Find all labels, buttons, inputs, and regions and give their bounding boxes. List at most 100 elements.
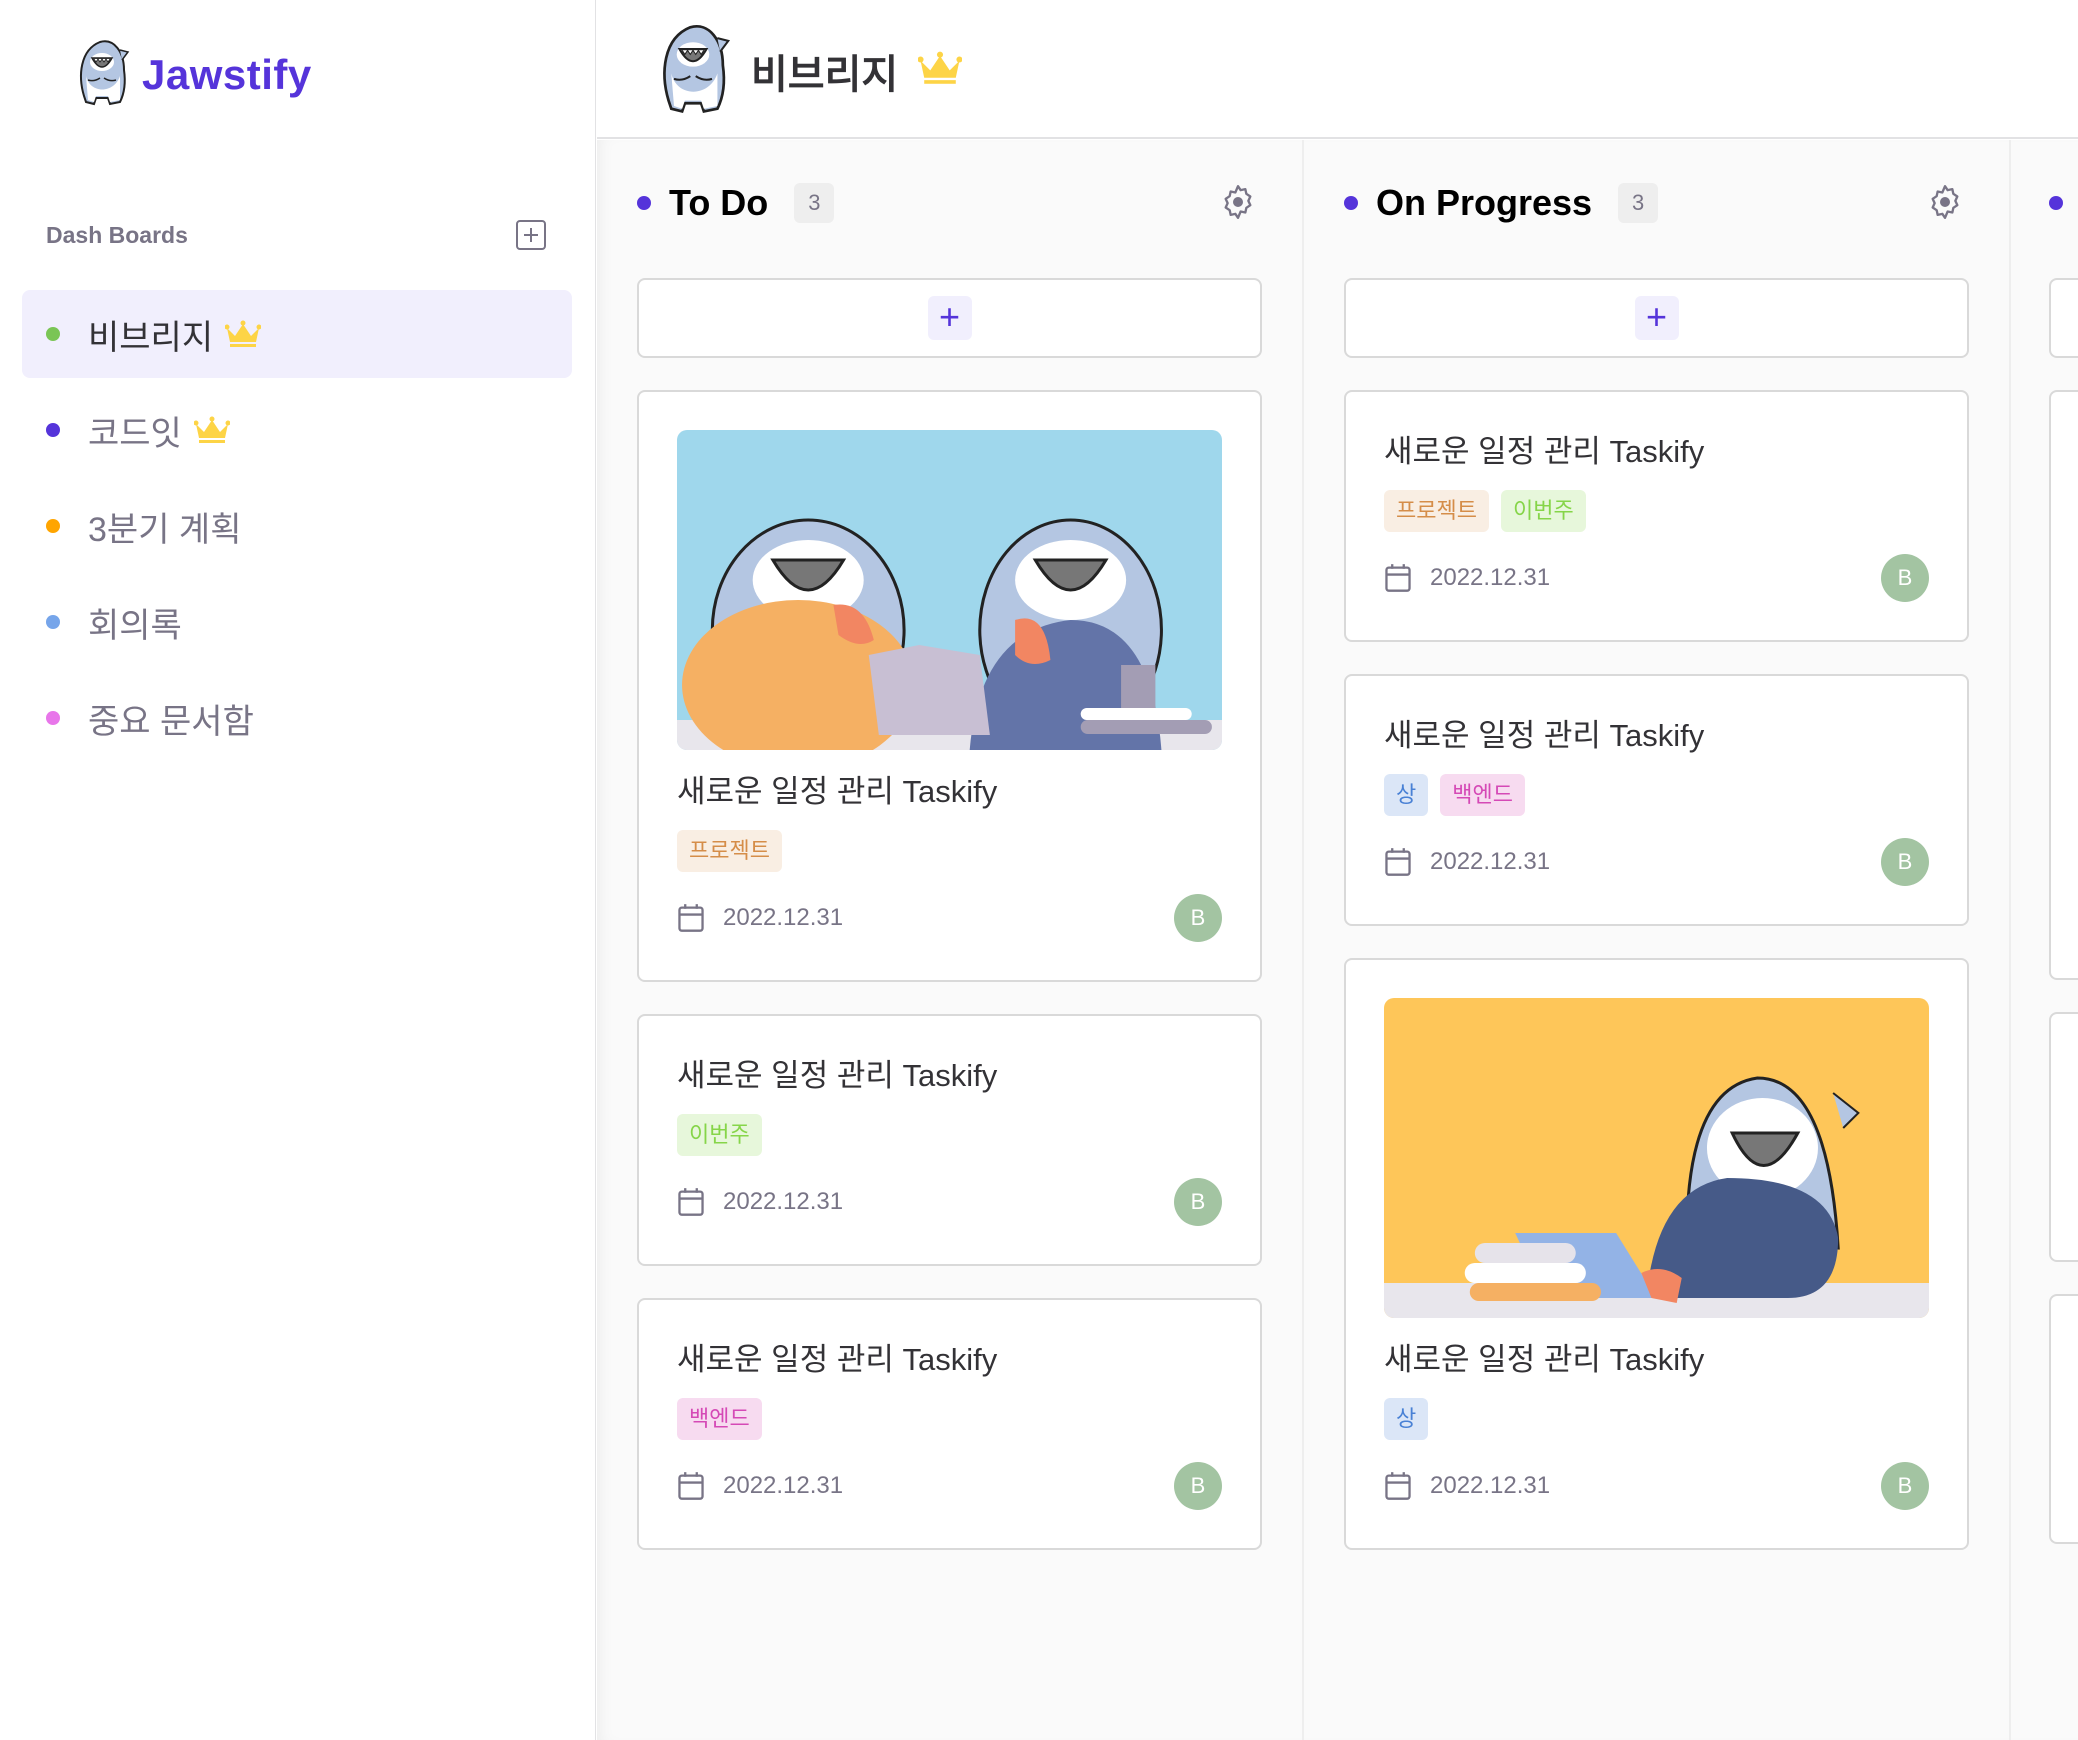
board-name: 비브리지 — [88, 318, 214, 357]
avatar[interactable]: B — [1174, 894, 1222, 942]
task-card[interactable]: 새로운 일정 관리 Taskify 상 2022.12.31 B — [1344, 958, 1969, 1550]
tag-list: 백엔드 — [677, 1398, 1222, 1440]
column-partial — [2011, 140, 2078, 1740]
card-footer: 2022.12.31 B — [677, 1178, 1222, 1226]
card-title: 새로운 일정 관리 Taskify — [677, 774, 998, 809]
add-card-button[interactable]: + — [637, 278, 1262, 358]
card-footer: 2022.12.31 B — [677, 1462, 1222, 1510]
sidebar-item-board[interactable]: 회의록 — [22, 578, 572, 666]
tag-list: 이번주 — [677, 1114, 1222, 1156]
task-card[interactable]: 새로운 일정 관리 Taskify 프로젝트 2022.12.31 B — [637, 390, 1262, 982]
card-image — [677, 430, 1222, 750]
page-title: 비브리지 — [751, 52, 899, 97]
due-date: 2022.12.31 — [723, 904, 844, 931]
due-date: 2022.12.31 — [1430, 848, 1551, 875]
plus-icon: + — [927, 296, 972, 340]
sidebar: Jawstify Dash Boards 비브리지 코드잇 3분기 계획 회의록… — [0, 0, 596, 1740]
column-header: On Progress 3 — [1344, 140, 1969, 266]
board-color-dot — [46, 519, 60, 533]
column-title: To Do — [669, 182, 769, 223]
avatar[interactable]: B — [1881, 838, 1929, 886]
due-date: 2022.12.31 — [1430, 1472, 1551, 1499]
gear-icon[interactable] — [1925, 182, 1965, 222]
board-name: 코드잇 — [88, 414, 182, 453]
board-name: 중요 문서함 — [88, 702, 254, 741]
tag-chip: 프로젝트 — [1384, 490, 1489, 532]
avatar[interactable]: B — [1881, 1462, 1929, 1510]
card-title: 새로운 일정 관리 Taskify — [677, 1342, 998, 1377]
add-card-button[interactable] — [2049, 278, 2078, 358]
column-dot — [1344, 196, 1358, 210]
app-name: Jawstify — [142, 50, 312, 98]
plus-icon: + — [1634, 296, 1679, 340]
column-count-badge: 3 — [794, 183, 835, 223]
tag-list: 상 백엔드 — [1384, 774, 1929, 816]
task-card[interactable]: 새로운 일정 관리 Taskify 이번주 2022.12.31 B — [637, 1014, 1262, 1266]
crown-icon — [917, 51, 963, 90]
tag-chip: 이번주 — [1500, 490, 1586, 532]
board-color-dot — [46, 615, 60, 629]
column-dot — [2049, 196, 2063, 210]
avatar[interactable]: B — [1881, 554, 1929, 602]
column-count-badge: 3 — [1618, 183, 1659, 223]
dashboards-section-header: Dash Boards — [46, 220, 546, 250]
due-date: 2022.12.31 — [723, 1472, 844, 1499]
calendar-icon — [677, 1471, 705, 1501]
shark-mascot-icon — [74, 36, 130, 113]
calendar-icon — [1384, 847, 1412, 877]
task-card[interactable] — [2049, 1012, 2078, 1262]
due-date: 2022.12.31 — [1430, 564, 1551, 591]
board-name: 3분기 계획 — [88, 510, 242, 549]
avatar[interactable]: B — [1174, 1462, 1222, 1510]
tag-chip: 상 — [1384, 1398, 1429, 1440]
due-date: 2022.12.31 — [723, 1188, 844, 1215]
board-color-dot — [46, 327, 60, 341]
crown-icon — [225, 320, 262, 348]
calendar-icon — [1384, 563, 1412, 593]
column-header: To Do 3 — [637, 140, 1262, 266]
board-name: 회의록 — [88, 606, 182, 645]
task-card[interactable]: 새로운 일정 관리 Taskify 백엔드 2022.12.31 B — [637, 1298, 1262, 1550]
kanban-board: To Do 3 + 새로운 일정 관리 Taskify 프로젝트 2022.12… — [597, 140, 2078, 1740]
card-footer: 2022.12.31 B — [1384, 554, 1929, 602]
add-dashboard-button[interactable] — [516, 220, 546, 250]
dashboard-list: 비브리지 코드잇 3분기 계획 회의록 중요 문서함 — [22, 290, 572, 770]
sidebar-item-board[interactable]: 3분기 계획 — [22, 482, 572, 570]
task-card[interactable]: 새로운 일정 관리 Taskify 상 백엔드 2022.12.31 B — [1344, 674, 1969, 926]
gear-icon[interactable] — [1218, 182, 1258, 222]
card-footer: 2022.12.31 B — [1384, 838, 1929, 886]
add-card-button[interactable]: + — [1344, 278, 1969, 358]
tag-chip: 이번주 — [677, 1114, 762, 1156]
avatar[interactable]: B — [1174, 1178, 1222, 1226]
sidebar-item-board[interactable]: 비브리지 — [22, 290, 572, 378]
task-card[interactable]: 새로운 일정 관리 Taskify 프로젝트 이번주 2022.12.31 B — [1344, 390, 1969, 642]
board-color-dot — [46, 711, 60, 725]
shark-mascot-icon — [655, 18, 731, 123]
sidebar-item-board[interactable]: 코드잇 — [22, 386, 572, 474]
calendar-icon — [677, 1187, 705, 1217]
tag-chip: 프로젝트 — [677, 830, 782, 872]
card-footer: 2022.12.31 B — [1384, 1462, 1929, 1510]
tag-chip: 상 — [1384, 774, 1429, 816]
task-card[interactable] — [2049, 390, 2078, 980]
column-header — [2049, 140, 2078, 266]
dashboards-section-title: Dash Boards — [46, 221, 188, 248]
column-title: On Progress — [1376, 182, 1593, 223]
calendar-icon — [1384, 1471, 1412, 1501]
task-card[interactable] — [2049, 1294, 2078, 1544]
card-image — [1384, 998, 1929, 1318]
logo[interactable]: Jawstify — [74, 36, 312, 113]
card-title: 새로운 일정 관리 Taskify — [1384, 1342, 1705, 1377]
card-title: 새로운 일정 관리 Taskify — [1384, 434, 1705, 469]
tag-list: 프로젝트 이번주 — [1384, 490, 1929, 532]
sidebar-item-board[interactable]: 중요 문서함 — [22, 674, 572, 762]
calendar-icon — [677, 903, 705, 933]
tag-chip: 백엔드 — [677, 1398, 762, 1440]
tag-chip: 백엔드 — [1440, 774, 1525, 816]
card-title: 새로운 일정 관리 Taskify — [677, 1058, 998, 1093]
column-on-progress: On Progress 3 + 새로운 일정 관리 Taskify 프로젝트 이… — [1304, 140, 2011, 1740]
column-dot — [637, 196, 651, 210]
tag-list: 상 — [1384, 1398, 1929, 1440]
tag-list: 프로젝트 — [677, 830, 1222, 872]
column-todo: To Do 3 + 새로운 일정 관리 Taskify 프로젝트 2022.12… — [597, 140, 1304, 1740]
